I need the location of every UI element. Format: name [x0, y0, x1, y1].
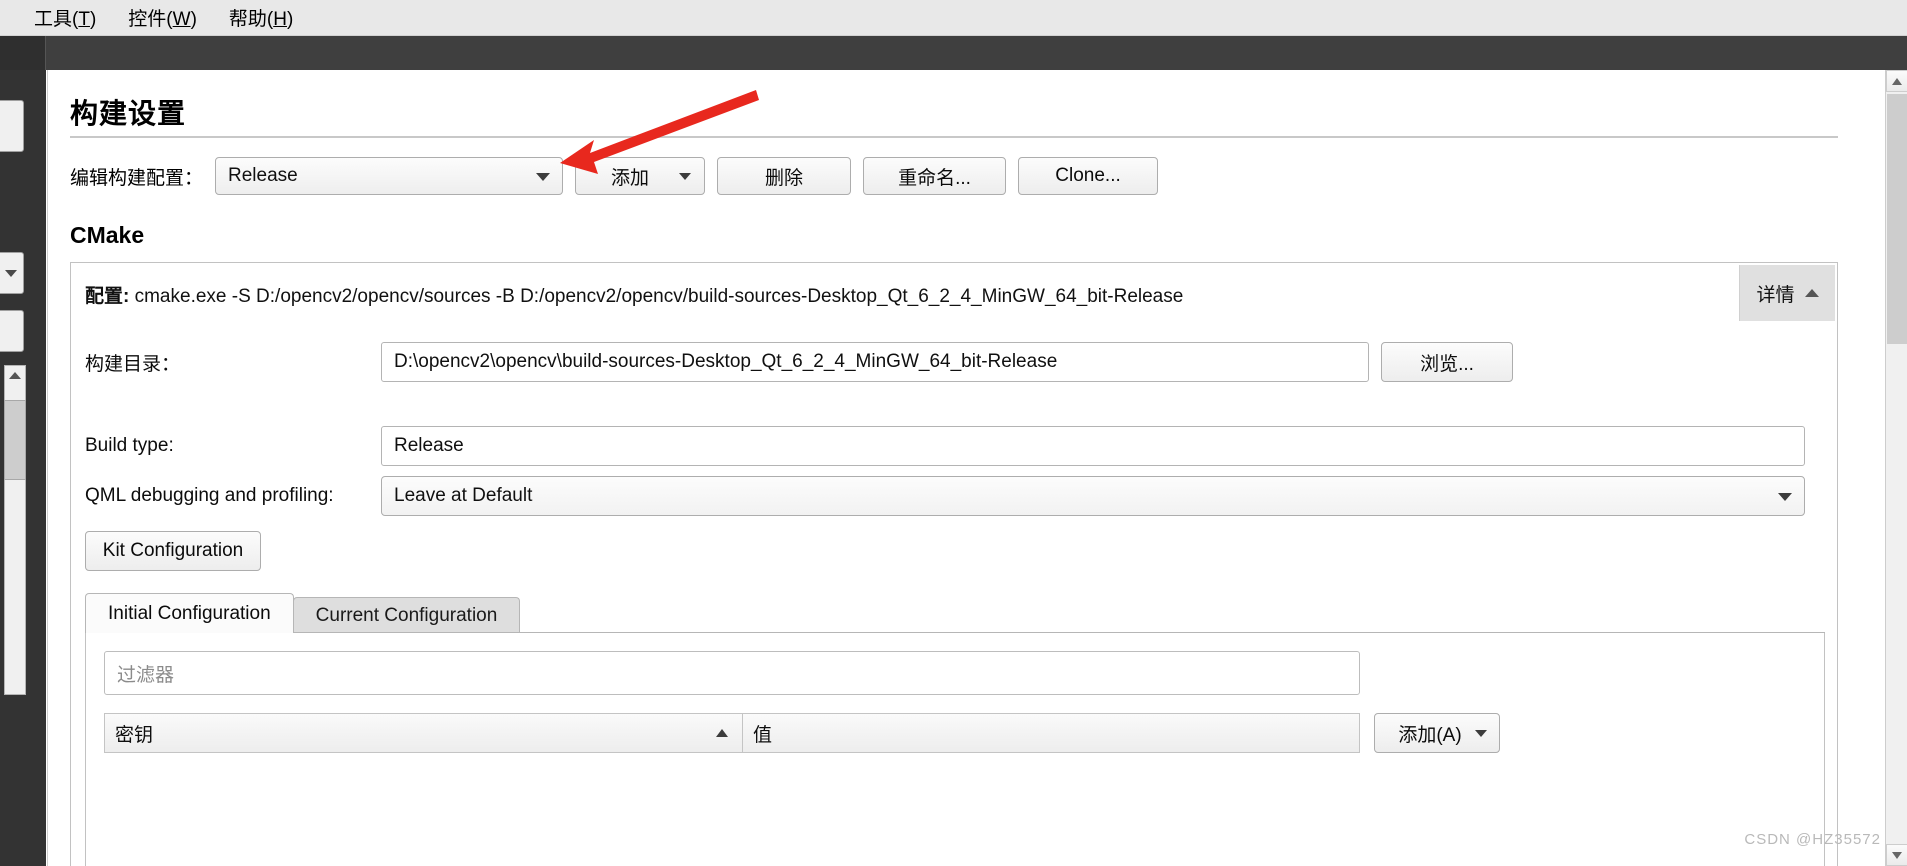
menu-item-help[interactable]: 帮助(H) — [213, 0, 309, 35]
chevron-down-icon — [1475, 730, 1487, 737]
add-value-label: 添加(A) — [1398, 724, 1462, 746]
menu-item-widgets[interactable]: 控件(W) — [112, 0, 213, 35]
chevron-up-icon[interactable] — [9, 372, 21, 379]
configure-command: cmake.exe -S D:/opencv2/opencv/sources -… — [134, 286, 1184, 307]
configuration-tabbar: Initial Configuration Current Configurat… — [85, 593, 1825, 633]
configuration-table-header: 密钥 值 — [104, 713, 1360, 753]
qml-debugging-label: QML debugging and profiling: — [85, 485, 334, 506]
configure-command-line: 配置: cmake.exe -S D:/opencv2/opencv/sourc… — [85, 281, 1695, 308]
chevron-up-icon — [1804, 289, 1819, 297]
page-title: 构建设置 — [70, 98, 187, 129]
configuration-panel: 过滤器 密钥 值 添加(A) — [85, 633, 1825, 866]
kit-configuration-button[interactable]: Kit Configuration — [85, 531, 261, 571]
add-configuration-button[interactable]: 添加 — [575, 157, 706, 195]
dark-toolbar-strip — [0, 36, 1907, 70]
chevron-up-icon — [1892, 78, 1902, 85]
scrollbar-thumb[interactable] — [1887, 94, 1907, 344]
clone-configuration-button[interactable]: Clone... — [1018, 157, 1159, 195]
build-configuration-value: Release — [228, 165, 298, 186]
filter-input[interactable]: 过滤器 — [104, 651, 1360, 695]
application-window: 工具(T) 控件(W) 帮助(H) 构建设置 编辑构建配置： Release 添… — [0, 0, 1907, 866]
menu-bar: 工具(T) 控件(W) 帮助(H) — [0, 0, 1907, 36]
gutter-widget-bottom[interactable] — [0, 310, 24, 352]
configure-label: 配置: — [85, 286, 130, 307]
scroll-up-button[interactable] — [1886, 70, 1907, 92]
tab-initial-configuration[interactable]: Initial Configuration — [85, 593, 294, 633]
chevron-down-icon — [1892, 852, 1902, 859]
qml-debugging-row: QML debugging and profiling: Leave at De… — [85, 475, 1825, 517]
column-header-value[interactable]: 值 — [743, 714, 1359, 752]
content-scrollbar[interactable] — [1885, 70, 1907, 866]
build-type-row: Build type: Release — [85, 425, 1825, 467]
details-label: 详情 — [1756, 284, 1795, 306]
build-directory-input[interactable]: D:\opencv2\opencv\build-sources-Desktop_… — [381, 342, 1369, 382]
dark-toolbar-strip-left — [0, 36, 46, 70]
menu-item-tools-label: 工具 — [34, 9, 73, 30]
chevron-down-icon — [679, 173, 692, 180]
column-header-key[interactable]: 密钥 — [105, 714, 743, 752]
gutter-combo-widget[interactable] — [0, 252, 24, 294]
column-header-key-label: 密钥 — [115, 724, 154, 746]
build-type-label: Build type: — [85, 435, 174, 456]
chevron-down-icon — [5, 270, 17, 277]
cmake-groupbox: 配置: cmake.exe -S D:/opencv2/opencv/sourc… — [70, 262, 1838, 866]
title-divider — [70, 136, 1838, 138]
filter-placeholder: 过滤器 — [117, 664, 175, 686]
rename-configuration-button[interactable]: 重命名... — [863, 157, 1007, 195]
edit-build-configuration-label: 编辑构建配置： — [70, 167, 204, 189]
edit-build-configuration-row: 编辑构建配置： Release 添加 删除 重命名... Clone... — [70, 156, 1159, 196]
browse-button[interactable]: 浏览... — [1381, 342, 1513, 382]
delete-configuration-button[interactable]: 删除 — [717, 157, 852, 195]
column-header-value-label: 值 — [753, 724, 773, 746]
build-type-value: Release — [394, 435, 464, 456]
qml-debugging-value: Leave at Default — [394, 485, 533, 506]
gutter-scrollbar-thumb[interactable] — [4, 400, 26, 480]
details-toggle-button[interactable]: 详情 — [1739, 265, 1835, 321]
build-directory-label: 构建目录： — [85, 353, 181, 375]
menu-item-tools-accel: T — [78, 9, 90, 30]
scroll-down-button[interactable] — [1886, 844, 1907, 866]
chevron-down-icon — [1778, 493, 1792, 501]
sort-ascending-icon — [716, 729, 728, 737]
build-settings-pane: 构建设置 编辑构建配置： Release 添加 删除 重命名... Clone.… — [47, 70, 1859, 866]
add-value-button[interactable]: 添加(A) — [1374, 713, 1500, 753]
left-mode-gutter — [0, 70, 46, 866]
gutter-widget-top[interactable] — [0, 100, 24, 152]
build-configuration-select[interactable]: Release — [215, 157, 564, 195]
watermark: CSDN @HZ35572 — [1744, 831, 1881, 848]
build-directory-row: 构建目录： D:\opencv2\opencv\build-sources-De… — [85, 341, 1825, 383]
menu-item-widgets-label: 控件 — [128, 9, 167, 30]
cmake-section-title: CMake — [70, 222, 145, 248]
build-type-input[interactable]: Release — [381, 426, 1805, 466]
tab-current-configuration[interactable]: Current Configuration — [292, 597, 521, 633]
menu-item-tools[interactable]: 工具(T) — [18, 0, 112, 35]
build-directory-value: D:\opencv2\opencv\build-sources-Desktop_… — [394, 351, 1058, 372]
menu-item-help-accel: H — [273, 9, 287, 30]
qml-debugging-select[interactable]: Leave at Default — [381, 476, 1805, 516]
chevron-down-icon — [536, 173, 551, 181]
add-configuration-label: 添加 — [611, 167, 650, 189]
menu-item-help-label: 帮助 — [228, 9, 267, 30]
menu-item-widgets-accel: W — [172, 9, 191, 30]
